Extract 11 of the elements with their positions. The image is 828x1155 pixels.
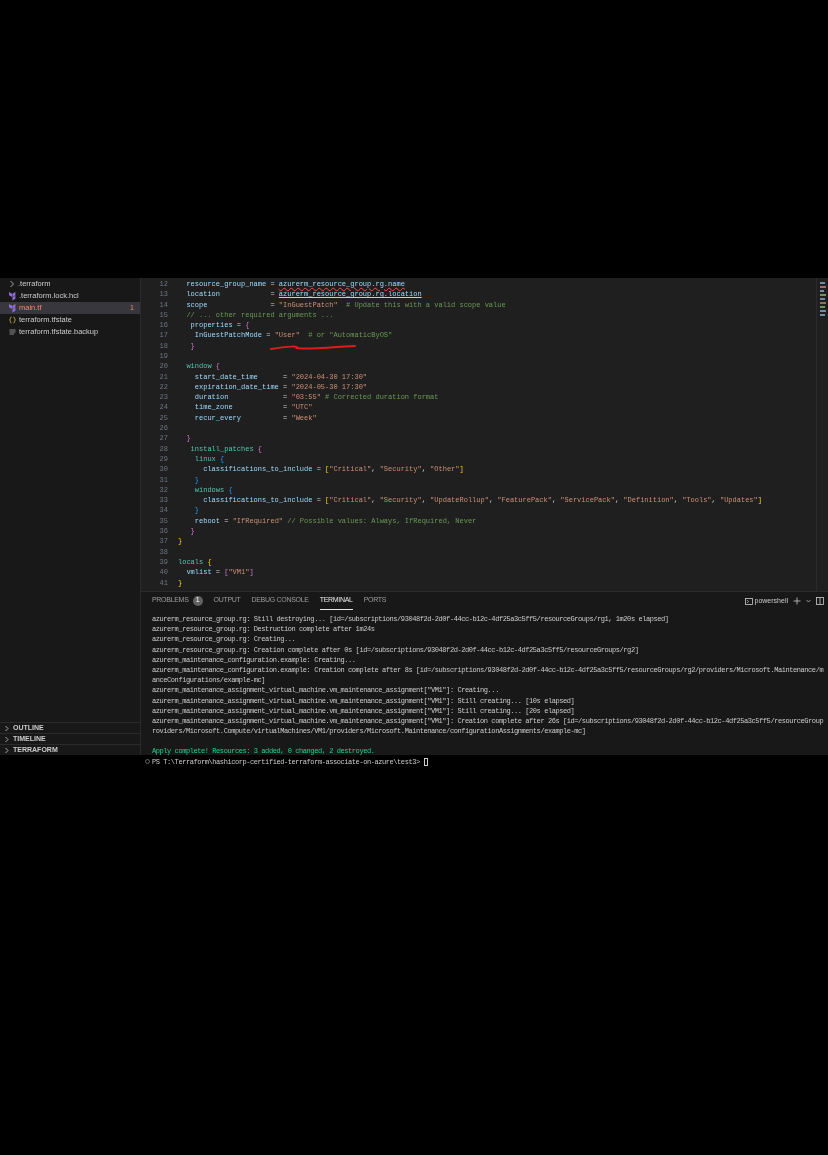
braces-icon	[9, 316, 16, 324]
split-panel-icon[interactable]	[816, 597, 824, 605]
chevron-right-icon	[9, 280, 15, 288]
caret-icon[interactable]	[806, 599, 811, 603]
text-cursor	[423, 757, 428, 766]
terminal-icon	[744, 597, 753, 605]
terraform-icon	[9, 291, 16, 301]
prompt-marker-icon	[145, 759, 150, 765]
terraform-icon	[9, 303, 16, 313]
lines-icon	[9, 328, 16, 336]
add-icon[interactable]	[793, 597, 801, 605]
